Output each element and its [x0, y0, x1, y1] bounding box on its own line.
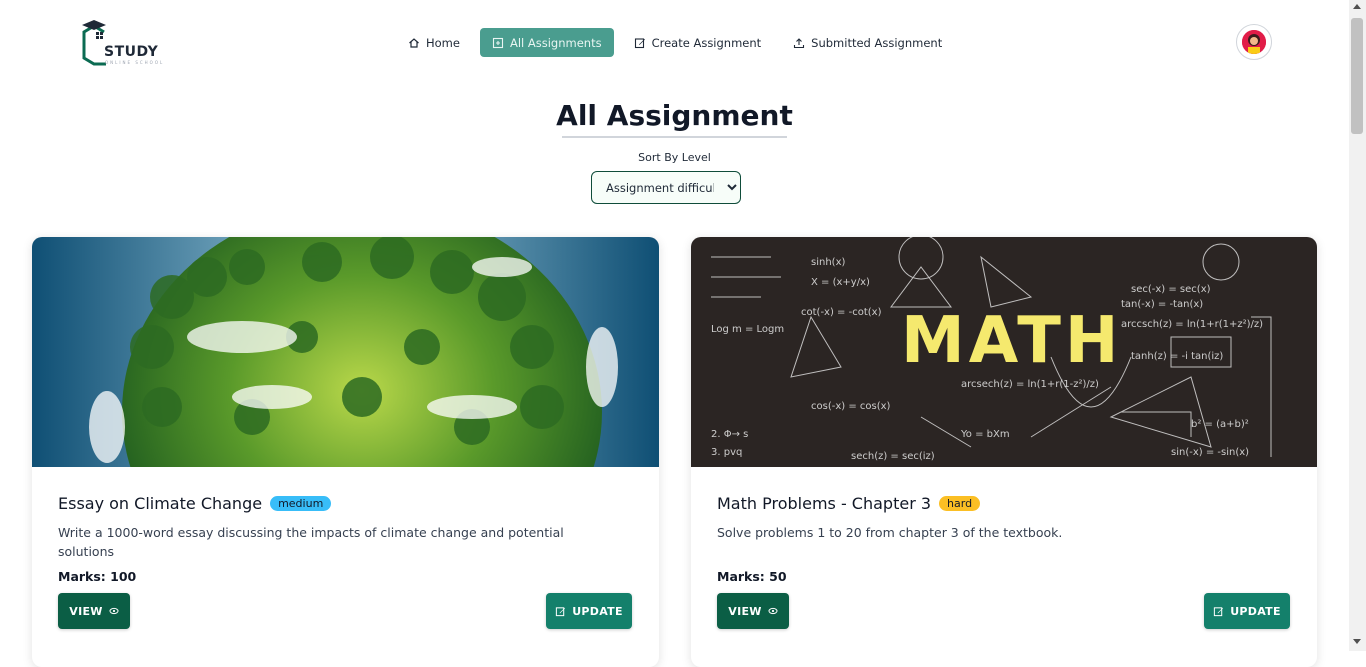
- svg-text:2. Φ→ s: 2. Φ→ s: [711, 429, 748, 440]
- avatar-image: [1242, 30, 1266, 54]
- svg-text:Log m = Logm: Log m = Logm: [711, 324, 784, 335]
- scrollbar-thumb[interactable]: [1351, 18, 1363, 134]
- home-icon: [409, 37, 419, 48]
- card-marks: Marks: 50: [717, 569, 787, 584]
- nav-home[interactable]: Home: [396, 28, 472, 57]
- user-avatar[interactable]: [1236, 24, 1272, 60]
- edit-icon: [556, 606, 566, 616]
- nav-create-assignment[interactable]: Create Assignment: [622, 28, 774, 57]
- svg-text:sech(z) = sec(iz): sech(z) = sec(iz): [851, 451, 935, 462]
- assignments-icon: [492, 37, 504, 48]
- card-title: Essay on Climate Change: [58, 494, 263, 513]
- svg-text:X = (x+y/x): X = (x+y/x): [811, 277, 870, 288]
- update-button[interactable]: UPDATE: [1204, 593, 1290, 629]
- card-title: Math Problems - Chapter 3: [717, 494, 932, 513]
- svg-text:arcsech(z) = ln(1+r(1-z²)/z): arcsech(z) = ln(1+r(1-z²)/z): [961, 379, 1099, 390]
- nav-home-label: Home: [426, 35, 460, 50]
- study-logo[interactable]: STUDY ONLINE SCHOOL: [80, 18, 170, 68]
- svg-text:sin(-x) = -sin(x): sin(-x) = -sin(x): [1171, 447, 1249, 458]
- level-badge: hard: [939, 496, 981, 511]
- nav-submitted-assignment[interactable]: Submitted Assignment: [781, 28, 954, 57]
- scroll-down-icon[interactable]: [1353, 639, 1361, 644]
- svg-text:arccsch(z) = ln(1+r(1+z²)/z): arccsch(z) = ln(1+r(1+z²)/z): [1121, 319, 1263, 330]
- scroll-up-icon[interactable]: [1353, 4, 1361, 9]
- view-button[interactable]: VIEW: [58, 593, 130, 629]
- upload-icon: [794, 37, 805, 48]
- card-title-row: Essay on Climate Change medium: [58, 494, 332, 513]
- svg-text:cot(-x) = -cot(x): cot(-x) = -cot(x): [801, 307, 882, 318]
- brand-name: STUDY: [104, 44, 159, 60]
- svg-text:cos(-x) = cos(x): cos(-x) = cos(x): [811, 401, 891, 412]
- brand-tagline: ONLINE SCHOOL: [105, 60, 165, 65]
- card-marks: Marks: 100: [58, 569, 137, 584]
- edit-icon: [1214, 606, 1224, 616]
- card-image-math: sinh(x) X = (x+y/x) Log m = Logm cot(-x)…: [691, 237, 1317, 467]
- svg-text:Yo = bXm: Yo = bXm: [960, 429, 1010, 440]
- card-description: Solve problems 1 to 20 from chapter 3 of…: [717, 525, 1063, 540]
- svg-text:tan(-x) = -tan(x): tan(-x) = -tan(x): [1121, 299, 1203, 310]
- svg-text:3. pvq: 3. pvq: [711, 447, 742, 458]
- svg-text:b² = (a+b)²: b² = (a+b)²: [1191, 419, 1249, 430]
- edit-icon: [634, 37, 645, 48]
- assignment-card: Essay on Climate Change medium Write a 1…: [32, 237, 659, 667]
- eye-icon: [768, 607, 778, 615]
- header: STUDY ONLINE SCHOOL Home All Assignments…: [0, 0, 1349, 84]
- title-underline: [562, 136, 787, 138]
- page-title: All Assignment: [556, 99, 793, 132]
- update-button[interactable]: UPDATE: [546, 593, 632, 629]
- card-image-earth: [32, 237, 659, 467]
- nav-all-assignments-label: All Assignments: [509, 35, 602, 50]
- view-button-label: VIEW: [69, 604, 103, 618]
- nav-create-assignment-label: Create Assignment: [651, 35, 762, 50]
- eye-icon: [109, 607, 119, 615]
- view-button[interactable]: VIEW: [717, 593, 789, 629]
- card-title-row: Math Problems - Chapter 3 hard: [717, 494, 981, 513]
- main-nav: Home All Assignments Create Assignment S…: [396, 28, 954, 57]
- assignment-card: sinh(x) X = (x+y/x) Log m = Logm cot(-x)…: [691, 237, 1317, 667]
- svg-text:sinh(x): sinh(x): [811, 257, 845, 268]
- card-description: Write a 1000-word essay discussing the i…: [58, 525, 564, 559]
- svg-text:tanh(z) = -i tan(iz): tanh(z) = -i tan(iz): [1131, 351, 1223, 362]
- update-button-label: UPDATE: [572, 604, 623, 618]
- update-button-label: UPDATE: [1230, 604, 1281, 618]
- svg-text:sec(-x) = sec(x): sec(-x) = sec(x): [1131, 284, 1211, 295]
- nav-all-assignments[interactable]: All Assignments: [479, 28, 614, 57]
- level-badge: medium: [270, 496, 332, 511]
- nav-submitted-assignment-label: Submitted Assignment: [811, 35, 943, 50]
- sort-label: Sort By Level: [638, 151, 711, 164]
- svg-text:MATH: MATH: [901, 304, 1122, 378]
- sort-level-select[interactable]: Assignment difficulty: [591, 171, 741, 204]
- view-button-label: VIEW: [728, 604, 762, 618]
